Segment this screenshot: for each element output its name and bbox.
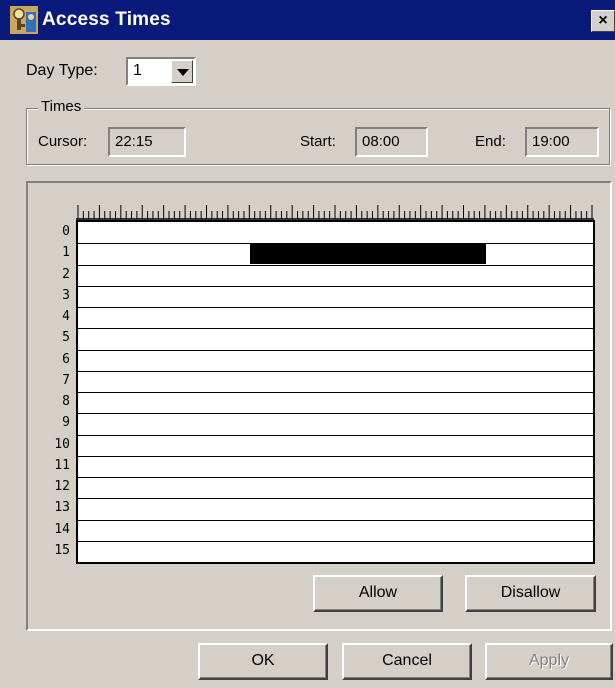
ok-button[interactable]: OK [198, 643, 328, 680]
row-divider [78, 455, 593, 457]
row-label: 9 [62, 415, 70, 431]
schedule-grid[interactable] [76, 220, 595, 564]
row-label: 5 [62, 330, 70, 346]
row-divider [78, 328, 593, 330]
row-label: 3 [62, 287, 70, 303]
times-group-label: Times [38, 98, 85, 115]
row-label: 11 [54, 457, 70, 473]
end-field: 19:00 [525, 127, 599, 157]
window-title: Access Times [42, 9, 171, 30]
row-divider [78, 370, 593, 372]
time-ruler [76, 205, 594, 220]
allowed-time-block[interactable] [249, 244, 486, 264]
disallow-button[interactable]: Disallow [465, 575, 596, 612]
start-label: Start: [300, 133, 336, 150]
row-label: 8 [62, 394, 70, 409]
row-label: 1 [62, 245, 70, 261]
key-user-icon [10, 6, 38, 34]
close-button[interactable]: × [591, 10, 615, 32]
start-field: 08:00 [355, 127, 428, 157]
row-label: 10 [54, 436, 70, 452]
row-label: 0 [62, 224, 70, 239]
row-divider [78, 413, 593, 415]
cancel-button[interactable]: Cancel [342, 643, 472, 680]
row-divider [78, 540, 593, 542]
row-divider [78, 264, 593, 266]
chevron-down-icon[interactable] [171, 60, 193, 83]
row-divider [78, 392, 593, 393]
row-divider [78, 477, 593, 478]
row-label: 6 [62, 351, 70, 367]
end-label: End: [475, 133, 506, 150]
day-type-value: 1 [133, 62, 142, 79]
day-type-label: Day Type: [26, 62, 98, 79]
cursor-field: 22:15 [108, 127, 186, 157]
row-label: 12 [54, 479, 70, 494]
row-label: 13 [54, 500, 70, 516]
row-divider [78, 285, 593, 287]
allow-button[interactable]: Allow [313, 575, 443, 612]
row-divider [78, 498, 593, 500]
row-label: 14 [54, 521, 70, 537]
row-divider [78, 307, 593, 308]
row-label: 7 [62, 372, 70, 388]
row-label: 15 [54, 542, 70, 558]
row-divider [78, 519, 593, 521]
row-divider [78, 434, 593, 436]
cursor-label: Cursor: [38, 133, 88, 150]
day-type-select[interactable]: 1 [126, 57, 196, 86]
row-label: 4 [62, 309, 70, 324]
row-label: 2 [62, 266, 70, 282]
row-divider [78, 349, 593, 351]
apply-button[interactable]: Apply [485, 643, 613, 680]
title-bar: Access Times × [0, 0, 615, 40]
